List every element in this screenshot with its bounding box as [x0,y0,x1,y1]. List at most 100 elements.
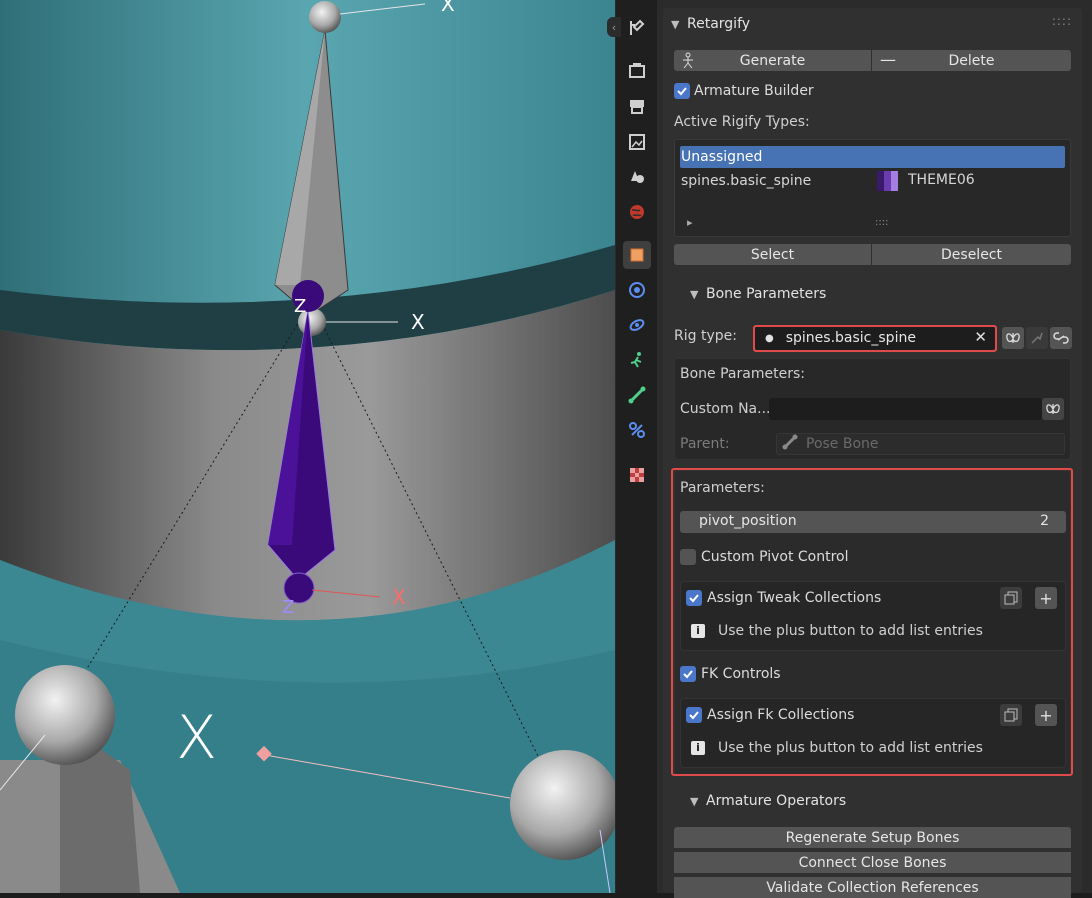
generate-button[interactable]: Generate [674,50,871,71]
list-resize-grip-icon[interactable]: :::: [875,217,888,228]
rig-type-label: Rig type: [674,328,737,344]
deselect-label: Deselect [941,246,1002,263]
sample-rig-icon[interactable] [1026,327,1048,349]
retargify-panel: ▼ Retargify :::: Generate — Delete Armat… [663,8,1082,898]
axis-z-label: Z [294,296,307,317]
view-layer-icon[interactable] [625,130,649,154]
chevron-down-icon: ▼ [671,17,680,31]
custom-name-label: Custom Na... [680,401,771,417]
armature-builder-label: Armature Builder [694,83,814,99]
particles-icon[interactable] [625,313,649,337]
rig-type-value: spines.basic_spine [785,330,916,346]
bone-icon[interactable] [625,383,649,407]
retargify-panel-header[interactable]: ▼ Retargify [671,12,750,36]
fk-collections-box: Assign Fk Collections + i Use the plus b… [680,698,1066,768]
armature-icon [679,51,697,73]
assign-fk-checkbox[interactable]: Assign Fk Collections [686,707,854,723]
armature-operators-header[interactable]: ▼ Armature Operators [690,789,846,813]
button-label: Validate Collection References [766,879,979,896]
parent-label: Parent: [680,436,730,452]
checkmark-icon [680,666,696,682]
assign-tweak-label: Assign Tweak Collections [707,590,882,606]
properties-editor: ▼ Retargify :::: Generate — Delete Armat… [657,0,1092,898]
custom-pivot-checkbox[interactable]: Custom Pivot Control [680,549,849,565]
theme-label: THEME06 [908,172,975,188]
validate-collection-references-button[interactable]: Validate Collection References [674,877,1071,898]
3d-viewport[interactable]: X X X Z Z X [0,0,615,893]
scene-icon[interactable] [625,164,649,188]
bone-icon [782,434,798,454]
minus-icon: — [880,50,896,69]
list-item[interactable]: Unassigned [680,146,1065,168]
delete-button[interactable]: — Delete [872,50,1071,71]
bone-parameters-box: Bone Parameters: Custom Na... Parent: Po… [674,358,1071,460]
pose-icon[interactable] [625,348,649,372]
properties-tab-bar: ‹ [607,0,658,893]
parent-bone-field[interactable]: Pose Bone [776,433,1065,455]
parameters-title: Parameters: [680,480,765,496]
drag-grip-icon[interactable]: :::: [1052,14,1072,28]
add-plus-button[interactable]: + [1035,587,1057,609]
bullet-icon: ● [765,332,774,344]
texture-icon[interactable] [625,463,649,487]
chevron-down-icon: ▼ [690,287,699,301]
checkmark-icon [686,590,702,606]
parent-placeholder: Pose Bone [806,436,879,452]
tool-icon[interactable] [625,16,649,40]
list-item-label: Unassigned [681,149,763,165]
active-types-label: Active Rigify Types: [674,114,810,130]
object-icon[interactable] [623,241,651,269]
tweak-collections-box: Assign Tweak Collections + i Use the plu… [680,581,1066,651]
mirror-butterfly-icon[interactable] [1042,398,1064,420]
axis-z-label: Z [282,597,295,618]
generate-label: Generate [739,52,806,69]
world-icon[interactable] [625,200,649,224]
fk-info-text: Use the plus button to add list entries [718,740,983,756]
bone-parameters-sub-title: Bone Parameters: [680,366,805,382]
axis-x-label: X [392,585,406,609]
checkmark-icon [686,707,702,723]
clear-field-icon[interactable]: ✕ [974,328,987,346]
custom-name-field[interactable] [769,398,1042,420]
pivot-position-slider[interactable]: pivot_position 2 [680,511,1066,533]
empty-cross-marker: X [176,703,218,773]
pivot-position-value: 2 [1040,513,1049,529]
list-item[interactable]: spines.basic_spine THEME06 [680,170,1065,192]
axis-x-label: X [441,0,455,16]
armature-builder-checkbox[interactable]: Armature Builder [674,83,814,99]
select-label: Select [750,246,795,263]
render-icon[interactable] [625,58,649,82]
link-icon[interactable] [1050,327,1072,349]
copy-icon[interactable] [1000,587,1022,609]
add-plus-button[interactable]: + [1035,704,1057,726]
button-label: Connect Close Bones [798,854,947,871]
mirror-butterfly-icon[interactable] [1002,327,1024,349]
fk-controls-checkbox[interactable]: FK Controls [680,666,781,682]
chevron-down-icon: ▼ [690,794,699,808]
info-icon: i [691,741,705,755]
collapse-panel-arrow-icon[interactable]: ‹ [607,17,621,37]
copy-icon[interactable] [1000,704,1022,726]
bone-parameters-header[interactable]: ▼ Bone Parameters [690,282,826,306]
deselect-button[interactable]: Deselect [872,244,1071,265]
bone-constraint-icon[interactable] [625,418,649,442]
rig-type-search-field[interactable]: ● spines.basic_spine ✕ [755,326,995,350]
list-item-label: spines.basic_spine [681,173,812,189]
info-icon: i [691,624,705,638]
button-label: Regenerate Setup Bones [785,829,960,846]
expand-list-icon[interactable]: ▸ [687,216,693,229]
pivot-position-label: pivot_position [699,513,797,529]
parameters-box: Parameters: pivot_position 2 Custom Pivo… [674,470,1071,776]
regenerate-setup-bones-button[interactable]: Regenerate Setup Bones [674,827,1071,848]
assign-fk-label: Assign Fk Collections [707,707,855,723]
modifier-icon[interactable] [625,278,649,302]
checkbox-empty-icon [680,549,696,565]
armature-operators-title: Armature Operators [706,793,847,809]
checkmark-icon [674,83,690,99]
bone-parameters-title: Bone Parameters [706,286,827,302]
connect-close-bones-button[interactable]: Connect Close Bones [674,852,1071,873]
output-icon[interactable] [625,94,649,118]
select-button[interactable]: Select [674,244,871,265]
viewport-scene [0,0,615,893]
assign-tweak-checkbox[interactable]: Assign Tweak Collections [686,590,881,606]
